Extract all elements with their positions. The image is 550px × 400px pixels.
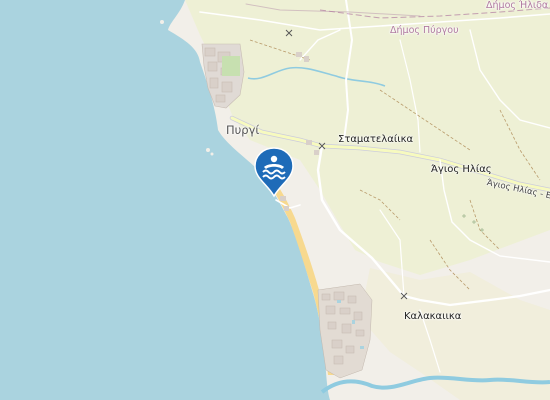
- label-municipality-pyrgos: Δήμος Πύργου: [390, 25, 459, 36]
- swimmer-waves-icon: [254, 147, 294, 198]
- label-town-pyrgi: Πυργί: [226, 123, 260, 137]
- label-municipality-top: Δήμος Ήλιδα: [486, 0, 549, 11]
- park-area: [222, 56, 240, 76]
- label-village-agios-ilias: Άγιος Ηλίας: [431, 164, 492, 175]
- map-canvas[interactable]: [0, 0, 550, 400]
- beach-marker-pin[interactable]: [253, 146, 295, 198]
- label-village-kalakaika: Καλακαιικα: [404, 311, 462, 322]
- label-village-stamatelaika: Σταματελαίικα: [338, 134, 414, 145]
